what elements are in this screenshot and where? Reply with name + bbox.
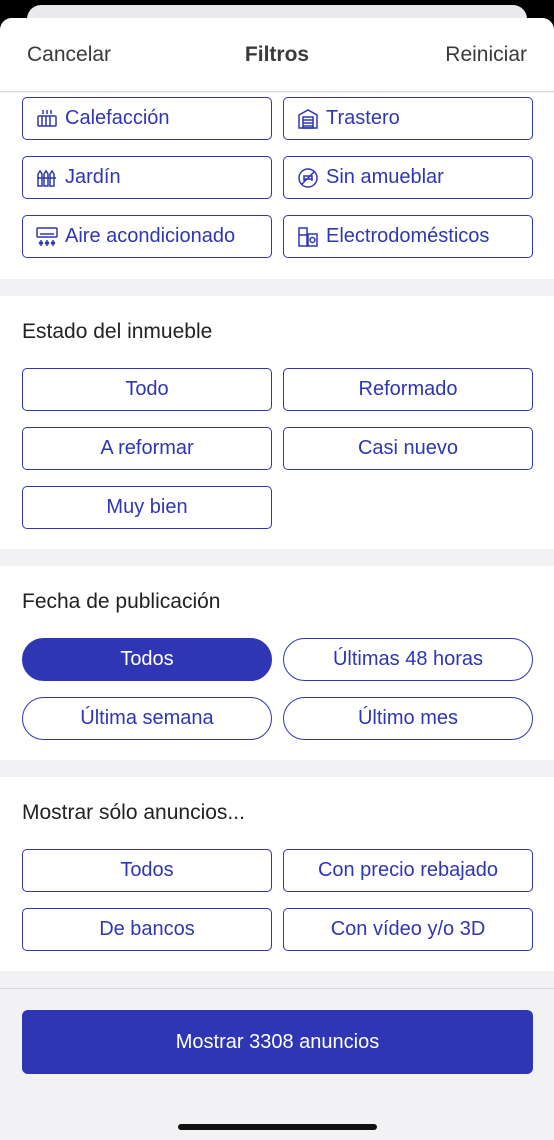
condition-section: Estado del inmueble Todo Reformado A ref…: [0, 296, 554, 549]
chip-show-video-3d[interactable]: Con vídeo y/o 3D: [283, 908, 533, 951]
chip-label: Electrodomésticos: [326, 225, 490, 247]
chip-date-all[interactable]: Todos: [22, 638, 272, 681]
section-title: Estado del inmueble: [22, 320, 213, 343]
chip-air-conditioning[interactable]: Aire acondicionado: [22, 215, 272, 258]
unfurnished-icon: [296, 166, 320, 190]
only-show-section: Mostrar sólo anuncios... Todos Con preci…: [0, 777, 554, 971]
chip-heating[interactable]: Calefacción: [22, 97, 272, 140]
cancel-button[interactable]: Cancelar: [27, 43, 111, 67]
appliances-icon: [296, 225, 320, 249]
chip-label: Aire acondicionado: [65, 225, 236, 247]
storage-room-icon: [296, 107, 320, 131]
show-results-button[interactable]: Mostrar 3308 anuncios: [22, 1010, 533, 1074]
header: Cancelar Filtros Reiniciar: [0, 18, 554, 92]
publication-date-section: Fecha de publicación Todos Últimas 48 ho…: [0, 566, 554, 760]
chip-condition-to-renovate[interactable]: A reformar: [22, 427, 272, 470]
footer: Mostrar 3308 anuncios: [0, 988, 554, 1140]
chip-condition-almost-new[interactable]: Casi nuevo: [283, 427, 533, 470]
amenities-section: Calefacción Trastero Jardín Sin amueblar…: [0, 93, 554, 279]
section-title: Mostrar sólo anuncios...: [22, 801, 245, 824]
chip-condition-very-good[interactable]: Muy bien: [22, 486, 272, 529]
chip-storage-room[interactable]: Trastero: [283, 97, 533, 140]
chip-garden[interactable]: Jardín: [22, 156, 272, 199]
air-conditioning-icon: [35, 225, 59, 249]
reset-button[interactable]: Reiniciar: [445, 43, 527, 67]
garden-icon: [35, 166, 59, 190]
chip-show-all[interactable]: Todos: [22, 849, 272, 892]
chip-label: Sin amueblar: [326, 166, 444, 188]
chip-date-48h[interactable]: Últimas 48 horas: [283, 638, 533, 681]
chip-condition-all[interactable]: Todo: [22, 368, 272, 411]
chip-condition-renovated[interactable]: Reformado: [283, 368, 533, 411]
filters-sheet: Cancelar Filtros Reiniciar Calefacción T…: [0, 18, 554, 1140]
chip-date-last-month[interactable]: Último mes: [283, 697, 533, 740]
chip-date-last-week[interactable]: Última semana: [22, 697, 272, 740]
chip-label: Calefacción: [65, 107, 170, 129]
chip-appliances[interactable]: Electrodomésticos: [283, 215, 533, 258]
chip-show-banks[interactable]: De bancos: [22, 908, 272, 951]
chip-unfurnished[interactable]: Sin amueblar: [283, 156, 533, 199]
chip-label: Jardín: [65, 166, 121, 188]
home-indicator: [178, 1124, 377, 1130]
section-title: Fecha de publicación: [22, 590, 221, 613]
heating-icon: [35, 107, 59, 131]
chip-label: Trastero: [326, 107, 400, 129]
chip-show-reduced-price[interactable]: Con precio rebajado: [283, 849, 533, 892]
